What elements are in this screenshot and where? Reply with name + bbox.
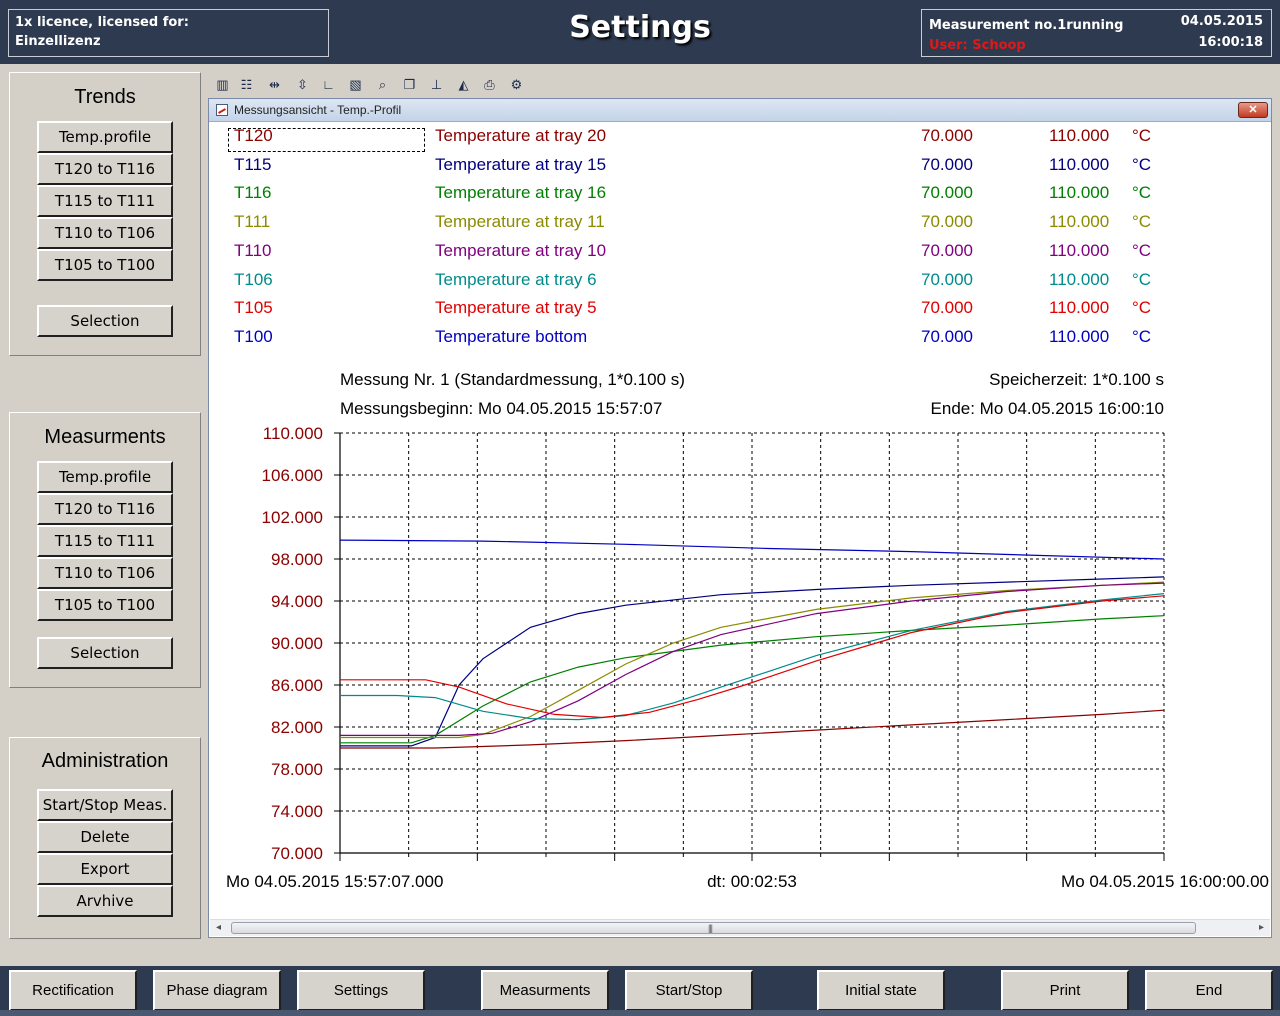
trend-chart[interactable]: 110.000 106.000 102.000 98.000 94.000 90.000 8…	[209, 99, 1271, 899]
trends-t105-t100-button[interactable]: T105 to T100	[37, 249, 173, 281]
horizontal-scrollbar[interactable]: ◂ ||| ▸	[210, 919, 1270, 936]
measurement-status-box: Measurement no.1running User: Schoop 04.…	[921, 9, 1272, 57]
print-icon[interactable]: ⎙	[481, 76, 498, 93]
ruler-icon[interactable]: ⊥	[428, 76, 445, 93]
y-tick-label: 90.000	[271, 634, 323, 653]
meas-t105-t100-button[interactable]: T105 to T100	[37, 589, 173, 621]
print-preview-icon[interactable]: ◭	[455, 76, 472, 93]
y-tick-label: 82.000	[271, 718, 323, 737]
x-end-label: Mo 04.05.2015 16:00:00.00	[1061, 872, 1269, 891]
start-stop-meas-button[interactable]: Start/Stop Meas.	[37, 789, 173, 821]
nav-phase-diagram-button[interactable]: Phase diagram	[153, 970, 281, 1011]
y-tick-label: 110.000	[263, 424, 323, 443]
date-label: 04.05.2015	[1180, 14, 1263, 29]
y-tick-label: 106.000	[262, 466, 323, 485]
trends-t110-t106-button[interactable]: T110 to T106	[37, 217, 173, 249]
y-tick-label: 94.000	[271, 592, 323, 611]
measurements-panel: Measurments Temp.profile T120 to T116 T1…	[9, 412, 201, 688]
axis-icon[interactable]: ∟	[320, 76, 337, 93]
zoom-icon[interactable]: ⌕	[374, 76, 391, 93]
header-bar: 1x licence, licensed for: Einzellizenz S…	[0, 0, 1280, 64]
scroll-right-icon[interactable]: ▸	[1259, 922, 1264, 933]
table-icon[interactable]: ☷	[238, 76, 255, 93]
measurement-view-window: Messungsansicht - Temp.-Profil ✕ T120 Tem…	[208, 98, 1272, 938]
y-tick-label: 102.000	[262, 508, 323, 527]
meas-t115-t111-button[interactable]: T115 to T111	[37, 525, 173, 557]
scroll-left-icon[interactable]: ◂	[216, 922, 221, 933]
meas-selection-button[interactable]: Selection	[37, 637, 173, 669]
series-line-t111	[340, 581, 1165, 739]
scale-icon[interactable]: ▧	[347, 76, 364, 93]
nav-print-button[interactable]: Print	[1001, 970, 1129, 1011]
nav-initial-state-button[interactable]: Initial state	[817, 970, 945, 1011]
trends-t115-t111-button[interactable]: T115 to T111	[37, 185, 173, 217]
measurement-status: Measurement no.1running	[929, 18, 1124, 33]
user-label: User: Schoop	[929, 38, 1026, 53]
trends-panel: Trends Temp.profile T120 to T116 T115 to…	[9, 72, 201, 356]
measurements-title: Measurments	[44, 426, 166, 448]
meas-t120-t116-button[interactable]: T120 to T116	[37, 493, 173, 525]
trends-title: Trends	[74, 86, 136, 108]
nav-rectification-button[interactable]: Rectification	[9, 970, 137, 1011]
axis-y-icon[interactable]: ⇳	[294, 76, 311, 93]
series-line-t110	[340, 582, 1165, 737]
copy-icon[interactable]: ❐	[401, 76, 418, 93]
y-tick-label: 86.000	[271, 676, 323, 695]
export-button[interactable]: Export	[37, 853, 173, 885]
administration-panel: Administration Start/Stop Meas. Delete E…	[9, 737, 201, 939]
y-tick-label: 98.000	[271, 550, 323, 569]
y-tick-label: 70.000	[271, 844, 323, 863]
x-dt-label: dt: 00:02:53	[707, 872, 797, 891]
taskbar-strip	[0, 1010, 1280, 1016]
axis-x-icon[interactable]: ⇹	[266, 76, 283, 93]
archive-button[interactable]: Arvhive	[37, 885, 173, 917]
meas-temp-profile-button[interactable]: Temp.profile	[37, 461, 173, 493]
chart-icon[interactable]: ▥	[214, 76, 231, 93]
nav-settings-button[interactable]: Settings	[297, 970, 425, 1011]
scroll-thumb[interactable]: |||	[231, 922, 1196, 934]
nav-start-stop-button[interactable]: Start/Stop	[625, 970, 753, 1011]
y-tick-label: 74.000	[271, 802, 323, 821]
delete-button[interactable]: Delete	[37, 821, 173, 853]
nav-measurements-button[interactable]: Measurments	[481, 970, 609, 1011]
x-start-label: Mo 04.05.2015 15:57:07.000	[226, 872, 443, 891]
y-tick-label: 78.000	[271, 760, 323, 779]
trends-selection-button[interactable]: Selection	[37, 305, 173, 337]
settings-icon[interactable]: ⚙	[508, 76, 525, 93]
trends-t120-t116-button[interactable]: T120 to T116	[37, 153, 173, 185]
bottom-nav-bar: Rectification Phase diagram Settings Mea…	[0, 966, 1280, 1016]
grip-icon: |||	[708, 923, 713, 933]
administration-title: Administration	[41, 750, 169, 772]
time-label: 16:00:18	[1198, 35, 1263, 50]
trends-temp-profile-button[interactable]: Temp.profile	[37, 121, 173, 153]
meas-t110-t106-button[interactable]: T110 to T106	[37, 557, 173, 589]
nav-end-button[interactable]: End	[1145, 970, 1273, 1011]
